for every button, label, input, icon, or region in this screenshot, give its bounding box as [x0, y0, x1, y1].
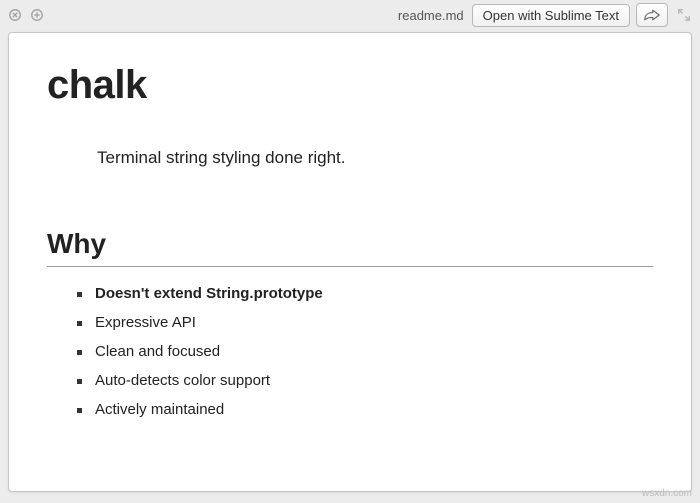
preview-viewport[interactable]: chalk Terminal string styling done right…	[8, 32, 692, 492]
section-heading: Why	[47, 228, 653, 267]
open-with-button[interactable]: Open with Sublime Text	[472, 4, 630, 27]
list-item: Doesn't extend String.prototype	[77, 285, 653, 302]
toolbar-right-group: readme.md Open with Sublime Text	[398, 3, 694, 27]
filename-label: readme.md	[398, 8, 464, 23]
tagline-text: Terminal string styling done right.	[97, 148, 653, 168]
add-icon[interactable]	[28, 6, 46, 24]
list-item: Actively maintained	[77, 401, 653, 418]
list-item-text: Expressive API	[95, 314, 196, 331]
list-item: Expressive API	[77, 314, 653, 331]
list-item-text: Auto-detects color support	[95, 372, 270, 389]
list-item-text: Clean and focused	[95, 343, 220, 360]
list-item-text: Actively maintained	[95, 401, 224, 418]
share-button[interactable]	[636, 3, 668, 27]
watermark: wsxdn.com	[642, 488, 692, 499]
list-item: Auto-detects color support	[77, 372, 653, 389]
reasons-list: Doesn't extend String.prototype Expressi…	[77, 285, 653, 418]
toolbar: readme.md Open with Sublime Text	[0, 0, 700, 30]
page-title: chalk	[47, 63, 653, 108]
list-item: Clean and focused	[77, 343, 653, 360]
expand-icon	[677, 8, 691, 22]
list-item-text: Doesn't extend String.prototype	[95, 285, 323, 302]
toolbar-left-group	[6, 6, 46, 24]
close-icon[interactable]	[6, 6, 24, 24]
fullscreen-button[interactable]	[674, 5, 694, 25]
document-content: chalk Terminal string styling done right…	[9, 33, 691, 470]
share-icon	[644, 8, 660, 22]
